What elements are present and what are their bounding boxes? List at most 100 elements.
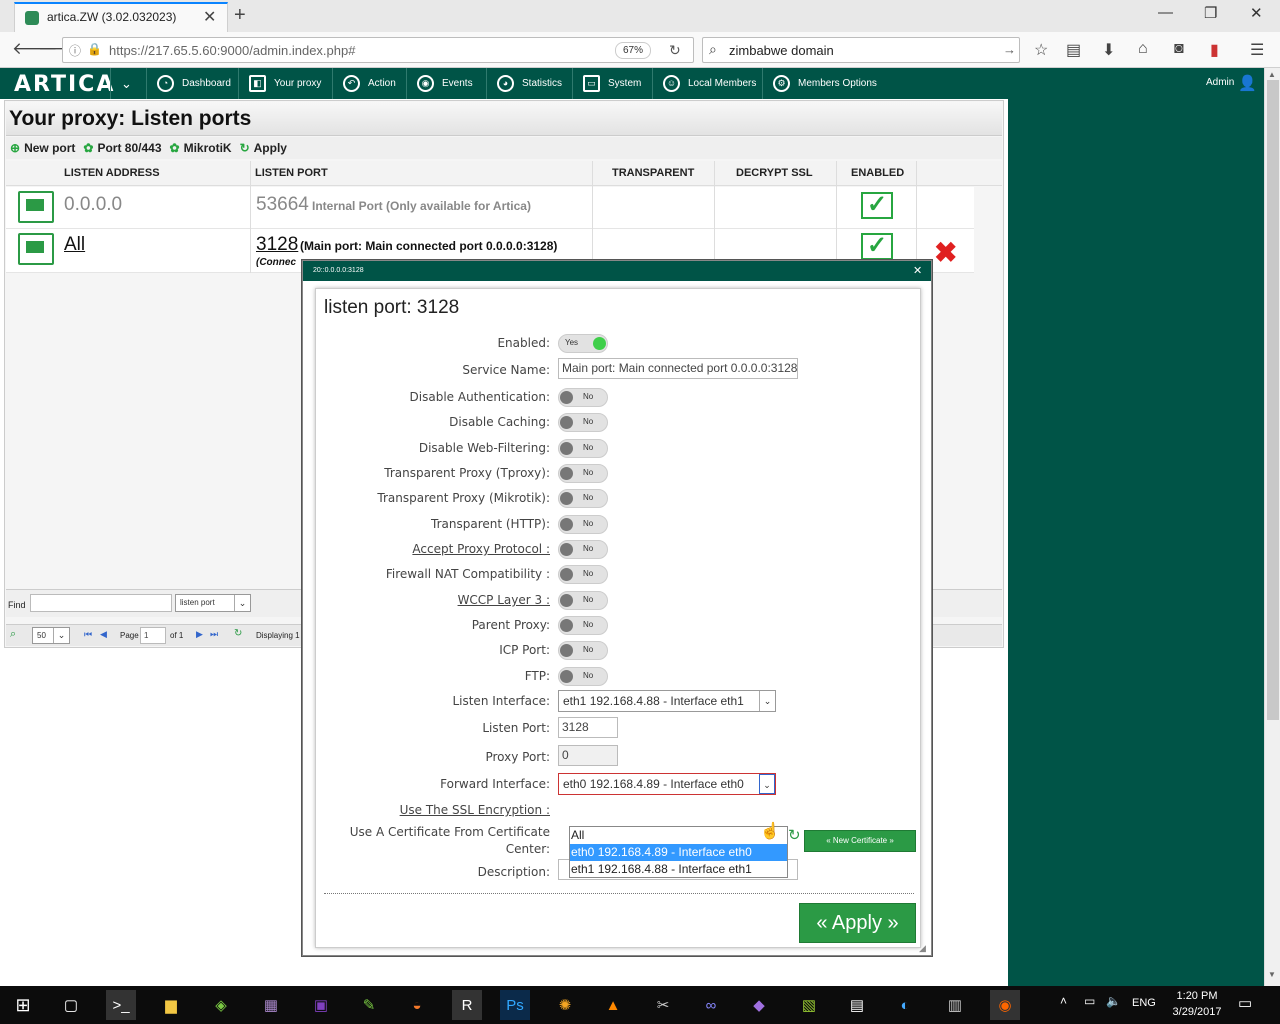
search-go-icon[interactable]: → [1003, 42, 1016, 57]
app-icon[interactable]: ▥ [940, 990, 970, 1020]
firefox-icon[interactable]: ◉ [990, 990, 1020, 1020]
refresh-icon[interactable]: ↻ [234, 628, 242, 639]
option-toggle[interactable]: No [558, 641, 608, 660]
proxy-port-input[interactable]: 0 [558, 745, 618, 766]
media-icon[interactable]: ▤ [842, 990, 872, 1020]
extension-icon[interactable]: ▮ [1210, 40, 1219, 60]
archive-icon[interactable]: ▣ [306, 990, 336, 1020]
next-page-icon[interactable]: ▶ [196, 629, 203, 640]
close-icon[interactable]: ✕ [913, 264, 922, 277]
menu-your-proxy[interactable]: ◧ Your proxy [238, 68, 330, 99]
network-tray-icon[interactable]: ▭ [1084, 994, 1095, 1008]
reader-icon[interactable]: ▤ [1066, 40, 1081, 60]
option-toggle[interactable]: No [558, 565, 608, 584]
refresh-icon[interactable]: ↻ [788, 826, 801, 844]
winrar-icon[interactable]: ▦ [256, 990, 286, 1020]
info-icon[interactable]: ⓘ [69, 42, 81, 59]
find-input[interactable] [30, 594, 172, 612]
option-toggle[interactable]: No [558, 489, 608, 508]
hamburger-menu-icon[interactable]: ☰ [1250, 40, 1264, 60]
first-page-icon[interactable]: ⏮ [84, 629, 92, 640]
option-toggle[interactable]: No [558, 616, 608, 635]
new-tab-icon[interactable]: + [234, 4, 246, 27]
photoshop-icon[interactable]: Ps [500, 990, 530, 1020]
menu-action[interactable]: ↶ Action [332, 68, 404, 99]
close-tab-icon[interactable]: ✕ [203, 7, 216, 27]
app-icon[interactable]: ▲ [598, 990, 628, 1020]
forward-interface-dropdown[interactable]: All eth0 192.168.4.89 - Interface eth0 e… [569, 826, 788, 878]
dropdown-option[interactable]: All [570, 827, 787, 844]
col-listen-port[interactable]: LISTEN PORT [255, 167, 328, 179]
volume-icon[interactable]: 🔈 [1106, 994, 1121, 1008]
tray-chevron-icon[interactable]: ˄ [1060, 994, 1067, 1008]
user-icon[interactable]: 👤 [1238, 74, 1257, 92]
option-toggle[interactable]: No [558, 515, 608, 534]
apply-toolbar-button[interactable]: Apply [254, 141, 287, 155]
menu-dashboard[interactable]: ◔ Dashboard [146, 68, 236, 99]
resize-handle-icon[interactable]: ◢ [919, 943, 926, 954]
task-view-icon[interactable]: ▢ [56, 990, 86, 1020]
delete-icon[interactable]: ✖ [934, 236, 957, 269]
language-indicator[interactable]: ENG [1132, 997, 1156, 1009]
listen-port-input[interactable]: 3128 [558, 717, 618, 738]
menu-members-options[interactable]: ⚙ Members Options [762, 68, 882, 99]
scrollbar-thumb[interactable] [1267, 80, 1279, 720]
table-row[interactable]: 0.0.0.0 53664 Internal Port (Only availa… [6, 187, 974, 229]
rstudio-icon[interactable]: R [452, 990, 482, 1020]
option-toggle[interactable]: No [558, 540, 608, 559]
option-toggle[interactable]: No [558, 413, 608, 432]
mikrotik-button[interactable]: MikrotiK [184, 141, 232, 155]
app-icon[interactable]: ▧ [794, 990, 824, 1020]
reload-icon[interactable]: ↻ [669, 42, 681, 59]
menu-system[interactable]: ▭ System [572, 68, 650, 99]
visual-studio-icon[interactable]: ◆ [744, 990, 774, 1020]
download-icon[interactable]: ⬇ [1102, 40, 1115, 60]
artica-logo[interactable]: ARTICA [14, 72, 115, 97]
enabled-toggle[interactable]: Yes [558, 334, 608, 353]
zoom-badge[interactable]: 67% [615, 42, 651, 59]
enabled-check-icon[interactable]: ✓ [861, 192, 893, 219]
find-field-select[interactable]: listen port ⌄ [175, 594, 251, 612]
vmware-icon[interactable]: ◈ [206, 990, 236, 1020]
app-icon[interactable]: ✺ [550, 990, 580, 1020]
dropdown-option[interactable]: eth1 192.168.4.88 - Interface eth1 [570, 861, 787, 878]
col-enabled[interactable]: ENABLED [851, 167, 904, 179]
browser-tab[interactable]: artica.ZW (3.02.032023) ✕ [14, 2, 228, 32]
listen-address[interactable]: All [64, 234, 85, 256]
notepad-plus-icon[interactable]: ✎ [354, 990, 384, 1020]
col-decrypt-ssl[interactable]: DECRYPT SSL [736, 167, 813, 179]
blender-icon[interactable]: ◒ [402, 990, 432, 1020]
window-close-icon[interactable]: ✕ [1250, 4, 1263, 22]
menu-events[interactable]: ◉ Events [406, 68, 484, 99]
option-toggle[interactable]: No [558, 591, 608, 610]
home-icon[interactable]: ⌂ [1138, 40, 1148, 58]
search-icon[interactable]: ⌕ [10, 628, 16, 641]
enabled-check-icon[interactable]: ✓ [861, 233, 893, 260]
chevron-down-icon[interactable]: ⌄ [110, 68, 144, 99]
option-toggle[interactable]: No [558, 439, 608, 458]
tools-icon[interactable]: ✂ [648, 990, 678, 1020]
file-explorer-icon[interactable]: ▆ [156, 990, 186, 1020]
option-toggle[interactable]: No [558, 667, 608, 686]
lock-warning-icon[interactable]: 🔒 [87, 42, 102, 56]
dialog-title-bar[interactable]: 20::0.0.0.0:3128 ✕ [303, 261, 931, 281]
windows-start-icon[interactable]: ⊞ [8, 990, 38, 1020]
terminal-icon[interactable]: >_ [106, 990, 136, 1020]
port-80-button[interactable]: Port 80/443 [97, 141, 161, 155]
menu-statistics[interactable]: ◕ Statistics [486, 68, 570, 99]
page-input[interactable]: 1 [140, 627, 166, 644]
apply-button[interactable]: « Apply » [799, 903, 916, 943]
pocket-icon[interactable]: ◙ [1174, 40, 1184, 58]
clock[interactable]: 1:20 PM 3/29/2017 [1164, 988, 1230, 1020]
option-toggle[interactable]: No [558, 464, 608, 483]
service-name-input[interactable]: Main port: Main connected port 0.0.0.0:3… [558, 358, 798, 379]
app-icon[interactable]: ◐ [890, 990, 920, 1020]
search-input[interactable]: ⌕ zimbabwe domain → [702, 37, 1020, 63]
listen-port[interactable]: 3128 [256, 234, 298, 256]
per-page-select[interactable]: 50 ⌄ [32, 627, 70, 644]
listen-interface-select[interactable]: eth1 192.168.4.88 - Interface eth1 ⌄ [558, 690, 776, 712]
menu-local-members[interactable]: ☺ Local Members [652, 68, 760, 99]
prev-page-icon[interactable]: ◀ [100, 629, 107, 640]
minimize-icon[interactable]: — [1158, 4, 1173, 21]
forward-interface-select[interactable]: eth0 192.168.4.89 - Interface eth0 ⌄ [558, 773, 776, 795]
